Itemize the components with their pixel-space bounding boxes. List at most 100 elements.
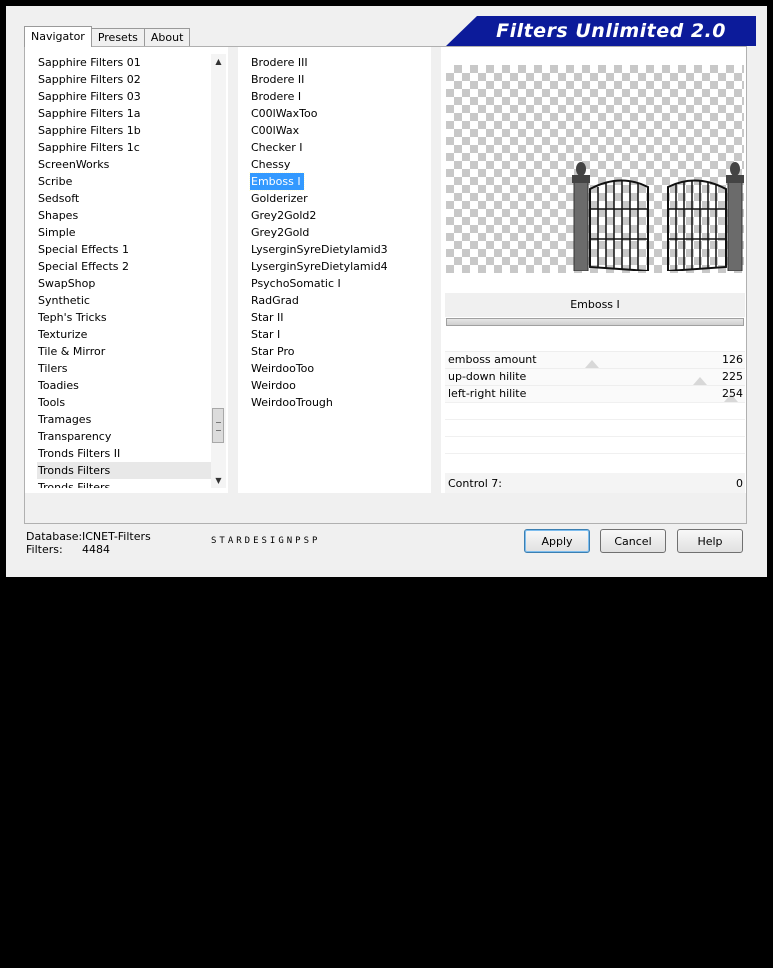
filter-item[interactable]: Brodere I (250, 88, 304, 105)
filter-item[interactable]: Chessy (250, 156, 293, 173)
filter-item[interactable]: C00lWax (250, 122, 302, 139)
filters-unlimited-window: Filters Unlimited 2.0 Navigator Presets … (6, 6, 767, 961)
app-title: Filters Unlimited 2.0 (496, 20, 726, 42)
scroll-thumb[interactable] (212, 408, 224, 443)
category-item[interactable]: Tilers (37, 360, 219, 377)
filter-item[interactable]: Weirdoo (250, 377, 299, 394)
filter-item[interactable]: Star II (250, 309, 287, 326)
control-7-value: 0 (736, 477, 743, 490)
filter-item[interactable]: Golderizer (250, 190, 311, 207)
category-item[interactable]: Special Effects 1 (37, 241, 219, 258)
column-divider (431, 47, 441, 493)
category-item[interactable]: Scribe (37, 173, 219, 190)
category-item[interactable]: Toadies (37, 377, 219, 394)
scroll-down-arrow-icon[interactable]: ▼ (211, 473, 226, 488)
param-label: left-right hilite (448, 387, 527, 400)
filter-item[interactable]: Grey2Gold2 (250, 207, 319, 224)
current-filter-name: Emboss I (445, 293, 745, 317)
category-item[interactable]: Teph's Tricks (37, 309, 219, 326)
empty-control-row[interactable] (445, 436, 745, 454)
tab-about[interactable]: About (143, 28, 191, 46)
category-item[interactable]: Tools (37, 394, 219, 411)
category-scrollbar[interactable]: ▲ ▼ (211, 54, 226, 488)
filter-item[interactable]: PsychoSomatic I (250, 275, 344, 292)
category-list[interactable]: Sapphire Filters 01 Sapphire Filters 02 Sa… (37, 54, 219, 488)
bottom-button-strip: Database Import... Filter Info... Editor… (25, 493, 746, 961)
control-7-label: Control 7: (448, 477, 502, 490)
reset-button[interactable]: Reset (683, 940, 721, 968)
filter-item[interactable]: Emboss I (249, 172, 305, 191)
filter-item[interactable]: WeirdooToo (250, 360, 317, 377)
tab-presets[interactable]: Presets (90, 28, 145, 46)
apply-button[interactable]: Apply (524, 529, 590, 553)
category-item[interactable]: Texturize (37, 326, 219, 343)
category-item[interactable]: Simple (37, 224, 219, 241)
import-button[interactable]: Import... (136, 940, 195, 968)
slider-thumb-icon[interactable] (585, 360, 600, 368)
navigator-panel: Sapphire Filters 01 Sapphire Filters 02 Sa… (24, 46, 747, 961)
filters-count-value: 4484 (82, 543, 110, 556)
filter-item[interactable]: LyserginSyreDietylamid3 (250, 241, 391, 258)
category-item[interactable]: Sapphire Filters 03 (37, 88, 219, 105)
category-item[interactable]: Sapphire Filters 1b (37, 122, 219, 139)
database-value: ICNET-Filters (82, 530, 151, 543)
control-7-row[interactable]: Control 7: 0 (445, 473, 745, 493)
database-button[interactable]: Database (45, 940, 109, 968)
category-item[interactable]: Synthetic (37, 292, 219, 309)
param-slider-row[interactable]: up-down hilite 225 (445, 368, 745, 386)
filter-item[interactable]: Star Pro (250, 343, 298, 360)
preview-image (446, 65, 744, 273)
category-item[interactable]: Tronds Filters (37, 479, 219, 488)
category-item[interactable]: SwapShop (37, 275, 219, 292)
category-item[interactable]: Tronds Filters (37, 462, 219, 479)
param-slider-row[interactable]: emboss amount 126 (445, 351, 745, 369)
category-item[interactable]: Tile & Mirror (37, 343, 219, 360)
filter-item[interactable]: C00lWaxToo (250, 105, 320, 122)
category-item[interactable]: Special Effects 2 (37, 258, 219, 275)
category-item[interactable]: Sapphire Filters 01 (37, 54, 219, 71)
category-item[interactable]: Tronds Filters II (37, 445, 219, 462)
progress-bar (446, 318, 744, 326)
filter-item[interactable]: RadGrad (250, 292, 302, 309)
title-banner: Filters Unlimited 2.0 (446, 16, 756, 46)
empty-control-row[interactable] (445, 402, 745, 420)
category-item[interactable]: Transparency (37, 428, 219, 445)
tab-bar: Navigator Presets About (24, 26, 191, 47)
filter-item[interactable]: Checker I (250, 139, 305, 156)
filters-count-label: Filters: (26, 543, 63, 556)
category-item[interactable]: Tramages (37, 411, 219, 428)
database-label: Database: (26, 530, 83, 543)
filter-info-button[interactable]: Filter Info... (215, 940, 296, 968)
slider-thumb-icon[interactable] (692, 377, 707, 385)
category-item[interactable]: Sapphire Filters 1a (37, 105, 219, 122)
category-item[interactable]: Sapphire Filters 02 (37, 71, 219, 88)
empty-control-row[interactable] (445, 453, 745, 471)
category-item[interactable]: Shapes (37, 207, 219, 224)
category-item[interactable]: Sedsoft (37, 190, 219, 207)
param-value: 225 (722, 370, 743, 383)
cancel-button[interactable]: Cancel (600, 529, 666, 553)
filter-item[interactable]: Brodere III (250, 54, 311, 71)
filter-item[interactable]: Brodere II (250, 71, 307, 88)
iron-gate-icon (572, 162, 744, 271)
scroll-up-arrow-icon[interactable]: ▲ (211, 54, 226, 69)
param-label: up-down hilite (448, 370, 527, 383)
param-slider-row[interactable]: left-right hilite 254 (445, 385, 745, 403)
filter-item[interactable]: LyserginSyreDietylamid4 (250, 258, 391, 275)
category-item[interactable]: Sapphire Filters 1c (37, 139, 219, 156)
database-info: Database:ICNET-Filters Filters: 4484 (26, 530, 151, 556)
param-value: 126 (722, 353, 743, 366)
help-button[interactable]: Help (677, 529, 743, 553)
filter-item[interactable]: WeirdooTrough (250, 394, 336, 411)
filter-item[interactable]: Star I (250, 326, 283, 343)
filter-item[interactable]: Grey2Gold (250, 224, 312, 241)
empty-control-row[interactable] (445, 419, 745, 437)
credit-text: STARDESIGNPSP (211, 536, 321, 546)
editor-button[interactable]: Editor... (312, 940, 365, 968)
category-item[interactable]: ScreenWorks (37, 156, 219, 173)
filter-list[interactable]: Brodere III Brodere II Brodere I C00lWaxToo… (249, 54, 430, 488)
tab-navigator[interactable]: Navigator (24, 26, 92, 47)
param-label: emboss amount (448, 353, 537, 366)
randomize-button[interactable]: Randomize (583, 940, 657, 968)
column-divider (228, 47, 238, 493)
